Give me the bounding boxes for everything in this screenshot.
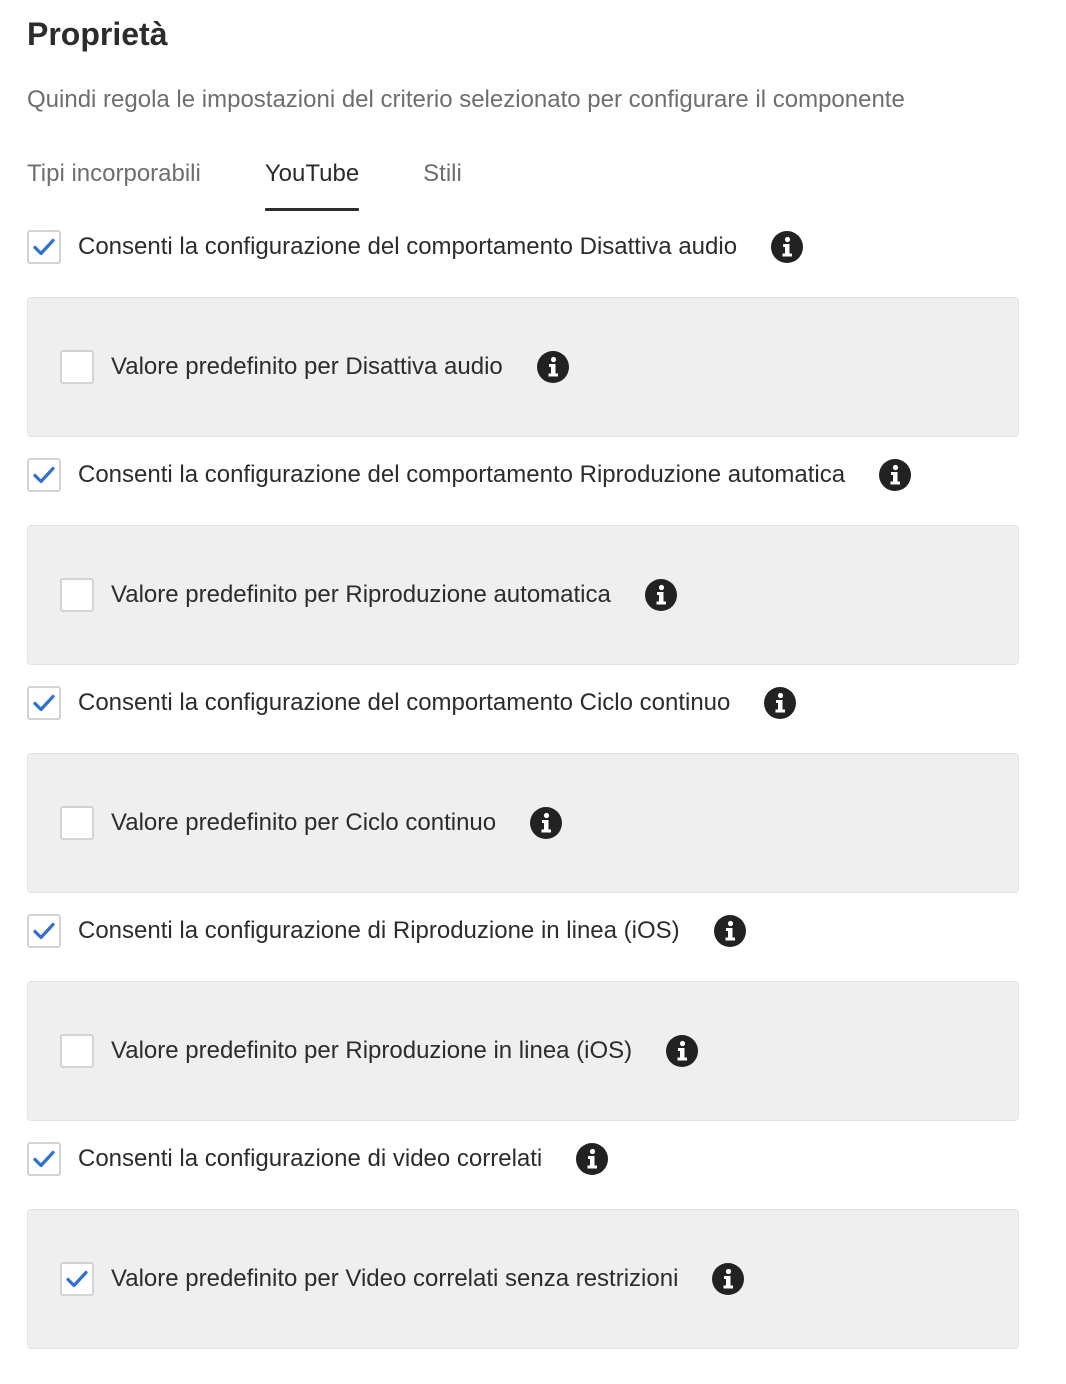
info-icon[interactable] [764, 687, 797, 719]
info-glyph [890, 464, 901, 485]
inline-config-checkbox[interactable] [27, 914, 61, 948]
loop-default-panel: Valore predefinito per Ciclo continuo [27, 753, 1019, 893]
setting-row-mute: Consenti la configurazione del comportam… [27, 228, 804, 266]
related-config-label: Consenti la configurazione di video corr… [78, 1145, 543, 1172]
checkmark-icon [33, 694, 55, 712]
mute-default-label: Valore predefinito per Disattiva audio [111, 353, 503, 380]
info-glyph [541, 812, 552, 833]
info-icon[interactable] [771, 231, 804, 263]
related-default-label: Valore predefinito per Video correlati s… [111, 1265, 679, 1292]
related-default-panel: Valore predefinito per Video correlati s… [27, 1209, 1019, 1349]
info-icon[interactable] [712, 1263, 745, 1295]
inline-default-label: Valore predefinito per Riproduzione in l… [111, 1037, 633, 1064]
default-row-autoplay: Valore predefinito per Riproduzione auto… [60, 576, 677, 614]
checkmark-icon [33, 238, 55, 256]
inline-default-panel: Valore predefinito per Riproduzione in l… [27, 981, 1019, 1121]
loop-config-label: Consenti la configurazione del comportam… [78, 689, 731, 716]
tab-stili[interactable]: Stili [423, 154, 462, 212]
default-row-loop: Valore predefinito per Ciclo continuo [60, 804, 563, 842]
info-icon[interactable] [576, 1143, 609, 1175]
loop-config-checkbox[interactable] [27, 686, 61, 720]
page-subtitle: Quindi regola le impostazioni del criter… [27, 86, 905, 113]
setting-row-loop: Consenti la configurazione del comportam… [27, 684, 797, 722]
info-icon[interactable] [536, 351, 569, 383]
autoplay-config-checkbox[interactable] [27, 458, 61, 492]
default-row-related: Valore predefinito per Video correlati s… [60, 1260, 745, 1298]
inline-config-label: Consenti la configurazione di Riproduzio… [78, 917, 680, 944]
checkmark-icon [66, 1270, 88, 1288]
info-glyph [723, 1268, 734, 1289]
tab-youtube[interactable]: YouTube [264, 154, 360, 212]
checkmark-icon [33, 466, 55, 484]
loop-default-label: Valore predefinito per Ciclo continuo [111, 809, 497, 836]
related-default-checkbox[interactable] [60, 1262, 94, 1296]
autoplay-config-label: Consenti la configurazione del comportam… [78, 461, 846, 488]
info-glyph [587, 1148, 598, 1169]
default-row-mute: Valore predefinito per Disattiva audio [60, 348, 569, 386]
loop-default-checkbox[interactable] [60, 806, 94, 840]
info-glyph [775, 692, 786, 713]
info-glyph [656, 584, 666, 605]
autoplay-default-panel: Valore predefinito per Riproduzione auto… [27, 525, 1019, 665]
mute-config-label: Consenti la configurazione del comportam… [78, 233, 738, 260]
default-row-inline: Valore predefinito per Riproduzione in l… [60, 1032, 699, 1070]
info-glyph [782, 236, 793, 257]
info-glyph [725, 920, 735, 941]
info-glyph [548, 356, 558, 377]
info-icon[interactable] [879, 459, 912, 491]
tab-tipi-incorporabili[interactable]: Tipi incorporabili [27, 154, 201, 212]
checkmark-icon [33, 1150, 55, 1168]
mute-config-checkbox[interactable] [27, 230, 61, 264]
info-icon[interactable] [530, 807, 563, 839]
info-icon[interactable] [713, 915, 746, 947]
setting-row-inline: Consenti la configurazione di Riproduzio… [27, 912, 746, 950]
info-icon[interactable] [644, 579, 677, 611]
mute-default-panel: Valore predefinito per Disattiva audio [27, 297, 1019, 437]
setting-row-autoplay: Consenti la configurazione del comportam… [27, 456, 912, 494]
inline-default-checkbox[interactable] [60, 1034, 94, 1068]
page-title: Proprietà [27, 16, 168, 52]
setting-row-related: Consenti la configurazione di video corr… [27, 1140, 609, 1178]
tab-bar: Tipi incorporabili YouTube Stili [27, 154, 526, 212]
autoplay-default-label: Valore predefinito per Riproduzione auto… [111, 581, 611, 608]
related-config-checkbox[interactable] [27, 1142, 61, 1176]
autoplay-default-checkbox[interactable] [60, 578, 94, 612]
info-icon[interactable] [666, 1035, 699, 1067]
mute-default-checkbox[interactable] [60, 350, 94, 384]
info-glyph [677, 1040, 688, 1061]
checkmark-icon [33, 922, 55, 940]
